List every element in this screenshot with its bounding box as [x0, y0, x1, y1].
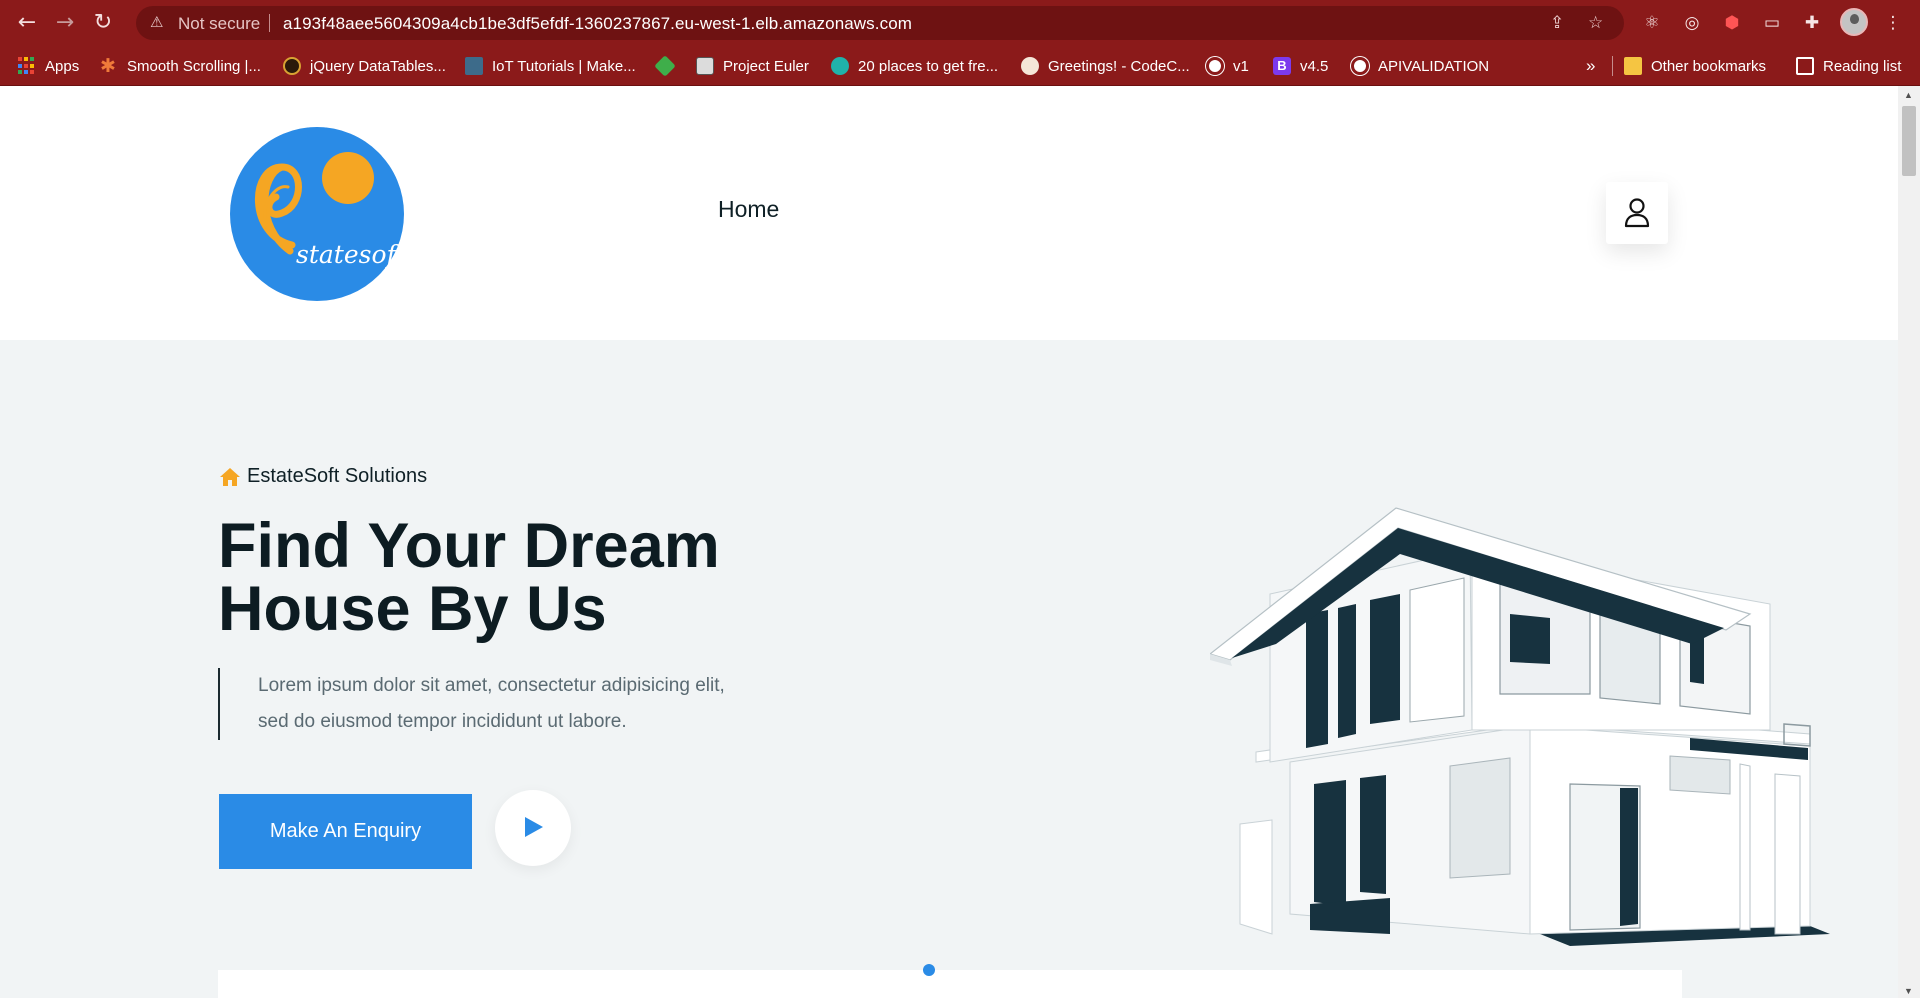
star-icon[interactable]: ☆ [1588, 13, 1603, 33]
hero-eyebrow: EstateSoft Solutions [219, 465, 427, 488]
browser-toolbar: ← → ↻ ⚠ Not secure a193f48aee5604309a4cb… [0, 0, 1920, 46]
bookmark-label: APIVALIDATION [1378, 57, 1490, 75]
reading-list-button[interactable]: Reading list [1796, 46, 1901, 86]
url-text[interactable]: a193f48aee5604309a4cb1be3df5efdf-1360237… [283, 14, 912, 34]
bookmarks-bar: Apps ✱ Smooth Scrolling |... jQuery Data… [0, 46, 1920, 86]
carousel-indicator[interactable] [923, 964, 935, 976]
nav-home-link[interactable]: Home [718, 196, 779, 223]
bookmark-label: Other bookmarks [1651, 57, 1767, 75]
hero-title-line: Find Your Dream [218, 511, 720, 581]
reload-icon[interactable]: ↻ [88, 8, 118, 38]
site-header: statesoft Home [0, 86, 1898, 340]
folder-icon [1624, 57, 1642, 75]
bookmarks-overflow-button[interactable]: » [1586, 46, 1595, 86]
reading-list-icon [1796, 57, 1814, 75]
bootstrap-icon: B [1273, 57, 1291, 75]
share-icon[interactable]: ⇪ [1550, 13, 1564, 33]
bookmark-iot-tutorials[interactable]: IoT Tutorials | Make... [465, 46, 636, 86]
hero-description-line: Lorem ipsum dolor sit amet, consectetur … [258, 675, 725, 696]
bookmark-label: Greetings! - CodeC... [1048, 57, 1190, 75]
cookie-icon [1021, 57, 1039, 75]
puzzle-icon[interactable]: ✚ [1799, 10, 1825, 36]
user-icon [1624, 198, 1650, 228]
eyebrow-text: EstateSoft Solutions [247, 465, 428, 487]
play-video-button[interactable] [495, 790, 571, 866]
target-icon[interactable]: ◎ [1679, 10, 1705, 36]
globe-icon [1351, 57, 1369, 75]
bookmark-label: 20 places to get fre... [858, 57, 999, 75]
bookmark-label: Apps [45, 57, 80, 75]
bookmark-v1[interactable]: v1 [1206, 46, 1249, 86]
search-panel [218, 970, 1682, 998]
bookmark-label: Project Euler [723, 57, 809, 75]
bookmark-label: v1 [1233, 57, 1249, 75]
scroll-thumb[interactable] [1902, 106, 1916, 176]
bookmark-apivalidation[interactable]: APIVALIDATION [1351, 46, 1489, 86]
hero-description: Lorem ipsum dolor sit amet, consectetur … [218, 668, 798, 740]
site-logo[interactable]: statesoft [230, 127, 404, 301]
hero-description-line: sed do eiusmod tempor incididunt ut labo… [258, 711, 627, 732]
scroll-up-icon[interactable]: ▲ [1904, 90, 1913, 100]
globe-icon [1206, 57, 1224, 75]
hero-section: EstateSoft Solutions Find Your Dream Hou… [0, 340, 1898, 998]
bookmark-20-places[interactable]: 20 places to get fre... [831, 46, 998, 86]
apps-grid-icon [18, 57, 36, 75]
bookmark-jquery-datatables[interactable]: jQuery DataTables... [283, 46, 446, 86]
make-enquiry-button[interactable]: Make An Enquiry [219, 794, 472, 869]
hero-title-line: House By Us [218, 574, 607, 644]
bookmark-smooth-scrolling[interactable]: ✱ Smooth Scrolling |... [100, 46, 261, 86]
warning-icon: ⚠ [150, 13, 164, 31]
forward-arrow-icon[interactable]: → [50, 8, 80, 38]
house-illustration [1210, 507, 1830, 946]
asterisk-icon: ✱ [100, 55, 116, 77]
jquery-icon [283, 57, 301, 75]
bookmark-other[interactable]: Other bookmarks [1624, 46, 1766, 86]
bookmark-label: Smooth Scrolling |... [127, 57, 261, 75]
bookmark-cube[interactable] [654, 46, 683, 86]
play-icon [525, 817, 543, 837]
logo-text: statesoft [296, 240, 404, 269]
shield-icon[interactable]: ⬢ [1719, 10, 1745, 36]
bookmark-project-euler[interactable]: Project Euler [696, 46, 809, 86]
react-devtools-icon[interactable]: ⚛ [1639, 10, 1665, 36]
address-bar[interactable]: ⚠ Not secure a193f48aee5604309a4cb1be3df… [136, 6, 1624, 40]
page-scrollbar[interactable]: ▲ ▼ [1898, 86, 1920, 998]
robot-icon [465, 57, 483, 75]
bookmark-label: IoT Tutorials | Make... [492, 57, 636, 75]
scroll-down-icon[interactable]: ▼ [1904, 986, 1913, 996]
menu-icon[interactable]: ⋮ [1880, 10, 1906, 36]
bookmark-apps[interactable]: Apps [18, 46, 79, 86]
cast-icon[interactable]: ▭ [1759, 10, 1785, 36]
bookmark-label: Reading list [1823, 57, 1902, 75]
home-icon [220, 467, 240, 486]
divider [1612, 56, 1613, 76]
hero-title: Find Your Dream House By Us [218, 515, 938, 641]
euler-icon [696, 57, 714, 75]
avatar[interactable] [1840, 8, 1868, 36]
bookmark-label: jQuery DataTables... [310, 57, 446, 75]
cube-icon [654, 55, 676, 77]
user-account-button[interactable] [1606, 182, 1668, 244]
bookmark-label: v4.5 [1300, 57, 1329, 75]
page-viewport: statesoft Home EstateSoft Solutions Find… [0, 86, 1898, 998]
security-label[interactable]: Not secure [178, 14, 260, 34]
divider [269, 14, 270, 32]
bubble-icon [831, 57, 849, 75]
bookmark-v45[interactable]: B v4.5 [1273, 46, 1328, 86]
back-arrow-icon[interactable]: ← [12, 8, 42, 38]
bookmark-codecademy[interactable]: Greetings! - CodeC... [1021, 46, 1190, 86]
